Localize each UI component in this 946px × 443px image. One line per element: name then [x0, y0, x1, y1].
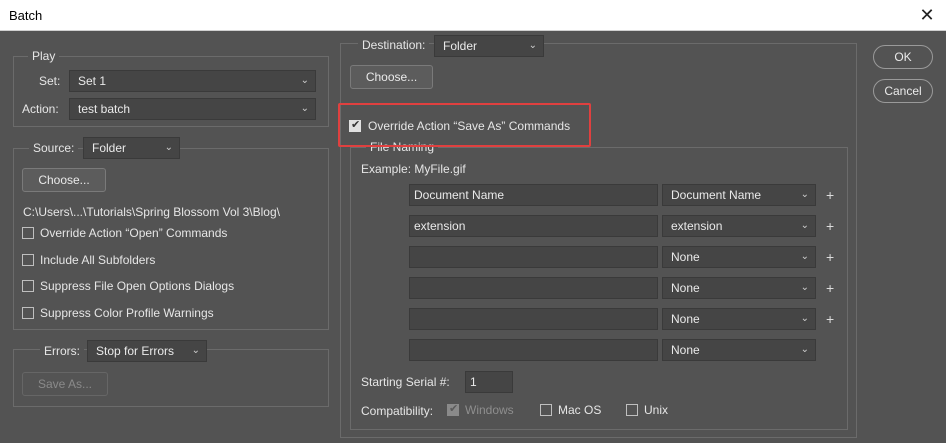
- override-open-checkbox[interactable]: [22, 227, 34, 239]
- include-subfolders-checkbox[interactable]: [22, 254, 34, 266]
- override-open-label: Override Action “Open” Commands: [40, 226, 228, 240]
- destination-select[interactable]: Folder ⌄: [434, 35, 544, 57]
- add-row-icon[interactable]: +: [826, 250, 834, 264]
- ok-button[interactable]: OK: [873, 45, 933, 69]
- chevron-down-icon: ⌄: [300, 75, 309, 86]
- naming-field-4[interactable]: [409, 277, 658, 299]
- naming-select-6[interactable]: None ⌄: [662, 339, 816, 361]
- chevron-down-icon: ⌄: [191, 345, 200, 356]
- source-label: Source:: [29, 141, 79, 155]
- naming-select-2-value: extension: [671, 219, 723, 233]
- naming-select-5-value: None: [671, 312, 700, 326]
- source-select[interactable]: Folder ⌄: [83, 137, 180, 159]
- source-path: C:\Users\...\Tutorials\Spring Blossom Vo…: [23, 205, 280, 219]
- add-row-icon[interactable]: +: [826, 281, 834, 295]
- errors-select[interactable]: Stop for Errors ⌄: [87, 340, 207, 362]
- action-label: Action:: [22, 102, 59, 116]
- naming-field-3[interactable]: [409, 246, 658, 268]
- naming-field-2[interactable]: extension: [409, 215, 658, 237]
- include-subfolders-label: Include All Subfolders: [40, 253, 156, 267]
- chevron-down-icon: ⌄: [800, 313, 809, 324]
- destination-select-value: Folder: [443, 39, 478, 53]
- example-filename: Example: MyFile.gif: [361, 162, 466, 176]
- chevron-down-icon: ⌄: [300, 103, 309, 114]
- chevron-down-icon: ⌄: [800, 344, 809, 355]
- window-title: Batch: [9, 8, 43, 23]
- add-row-icon[interactable]: +: [826, 188, 834, 202]
- suppress-color-warnings-checkbox[interactable]: [22, 307, 34, 319]
- windows-label: Windows: [465, 403, 514, 417]
- chevron-down-icon: ⌄: [800, 189, 809, 200]
- compatibility-label: Compatibility:: [361, 404, 434, 418]
- source-select-value: Folder: [92, 141, 127, 155]
- close-icon[interactable]: ✕: [914, 3, 940, 27]
- suppress-open-options-label: Suppress File Open Options Dialogs: [40, 279, 235, 293]
- naming-select-3-value: None: [671, 250, 700, 264]
- naming-select-1[interactable]: Document Name ⌄: [662, 184, 816, 206]
- naming-select-6-value: None: [671, 343, 700, 357]
- macos-label: Mac OS: [558, 403, 602, 417]
- chevron-down-icon: ⌄: [528, 40, 537, 51]
- add-row-icon[interactable]: +: [826, 312, 834, 326]
- chevron-down-icon: ⌄: [800, 220, 809, 231]
- macos-checkbox[interactable]: [540, 404, 552, 416]
- naming-select-2[interactable]: extension ⌄: [662, 215, 816, 237]
- action-select[interactable]: test batch ⌄: [69, 98, 316, 120]
- naming-select-4-value: None: [671, 281, 700, 295]
- set-select[interactable]: Set 1 ⌄: [69, 70, 316, 92]
- set-label: Set:: [39, 74, 61, 88]
- action-select-value: test batch: [78, 102, 131, 116]
- destination-choose-button[interactable]: Choose...: [350, 65, 433, 89]
- naming-select-5[interactable]: None ⌄: [662, 308, 816, 330]
- set-select-value: Set 1: [78, 74, 107, 88]
- naming-field-1[interactable]: Document Name: [409, 184, 658, 206]
- errors-select-value: Stop for Errors: [96, 344, 175, 358]
- naming-select-3[interactable]: None ⌄: [662, 246, 816, 268]
- errors-label: Errors:: [40, 344, 84, 358]
- naming-select-4[interactable]: None ⌄: [662, 277, 816, 299]
- unix-label: Unix: [644, 403, 669, 417]
- naming-field-6[interactable]: [409, 339, 658, 361]
- chevron-down-icon: ⌄: [164, 142, 173, 153]
- unix-checkbox[interactable]: [626, 404, 638, 416]
- starting-serial-input[interactable]: 1: [465, 371, 513, 393]
- play-legend: Play: [28, 49, 60, 63]
- add-row-icon[interactable]: +: [826, 219, 834, 233]
- windows-checkbox[interactable]: [447, 402, 459, 416]
- suppress-color-warnings-label: Suppress Color Profile Warnings: [40, 306, 214, 320]
- chevron-down-icon: ⌄: [800, 251, 809, 262]
- naming-field-5[interactable]: [409, 308, 658, 330]
- starting-serial-label: Starting Serial #:: [361, 375, 450, 389]
- save-as-button[interactable]: Save As...: [22, 372, 108, 396]
- title-bar: Batch ✕: [0, 0, 946, 31]
- highlight-box: [338, 103, 591, 147]
- cancel-button[interactable]: Cancel: [873, 79, 933, 103]
- naming-select-1-value: Document Name: [671, 188, 762, 202]
- source-choose-button[interactable]: Choose...: [22, 168, 106, 192]
- chevron-down-icon: ⌄: [800, 282, 809, 293]
- destination-label: Destination:: [358, 38, 430, 52]
- suppress-open-options-checkbox[interactable]: [22, 280, 34, 292]
